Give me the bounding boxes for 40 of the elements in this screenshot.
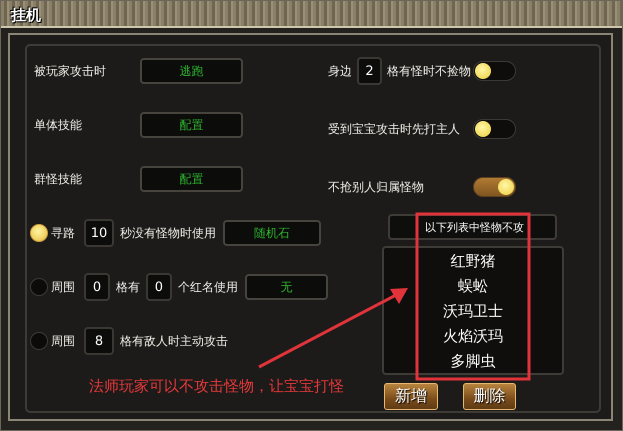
setting-label: 单体技能: [34, 116, 83, 134]
annotation-text: 法师玩家可以不攻击怪物，让宝宝打怪: [89, 377, 344, 396]
number-field[interactable]: 2: [357, 57, 382, 85]
window-title: 挂机: [11, 5, 41, 26]
select-button[interactable]: 随机石: [223, 220, 321, 246]
list-item[interactable]: 蜈蚣: [458, 274, 488, 299]
setting-label: 群怪技能: [34, 170, 83, 188]
number-field[interactable]: 0: [84, 273, 110, 301]
list-item[interactable]: 多脚虫: [450, 349, 496, 374]
select-button[interactable]: 逃跑: [140, 58, 243, 84]
number-field[interactable]: 10: [84, 219, 114, 247]
list-item[interactable]: 红野猪: [450, 249, 496, 274]
list-item[interactable]: 沃玛卫士: [443, 299, 503, 324]
add-button[interactable]: 新增: [384, 383, 438, 410]
setting-label: 身边: [328, 62, 352, 80]
radio-button[interactable]: [30, 278, 48, 296]
radio-button[interactable]: [30, 332, 48, 350]
toggle-switch[interactable]: [473, 177, 516, 197]
list-header-button[interactable]: 以下列表中怪物不攻: [388, 214, 557, 240]
number-field[interactable]: 8: [84, 327, 114, 355]
toggle-switch[interactable]: [473, 61, 516, 81]
setting-label: 格有敌人时主动攻击: [120, 332, 228, 350]
list-item[interactable]: 火焰沃玛: [443, 324, 503, 349]
delete-button[interactable]: 删除: [462, 383, 516, 410]
number-field[interactable]: 0: [146, 273, 172, 301]
setting-label: 被玩家攻击时: [34, 62, 107, 80]
select-button[interactable]: 配置: [140, 112, 243, 138]
setting-label: 周围: [51, 332, 75, 350]
setting-label: 周围: [51, 278, 75, 296]
setting-label: 格有怪时不捡物: [387, 62, 471, 80]
setting-label: 秒没有怪物时使用: [120, 224, 216, 242]
setting-label: 受到宝宝攻击时先打主人: [328, 120, 460, 138]
setting-label: 个红名使用: [178, 278, 238, 296]
setting-label: 格有: [116, 278, 140, 296]
select-button[interactable]: 配置: [140, 166, 243, 192]
select-button[interactable]: 无: [244, 274, 328, 300]
setting-label: 不抢别人归属怪物: [328, 178, 424, 196]
setting-label: 寻路: [51, 224, 75, 242]
radio-button[interactable]: [30, 224, 48, 242]
toggle-switch[interactable]: [473, 119, 516, 139]
